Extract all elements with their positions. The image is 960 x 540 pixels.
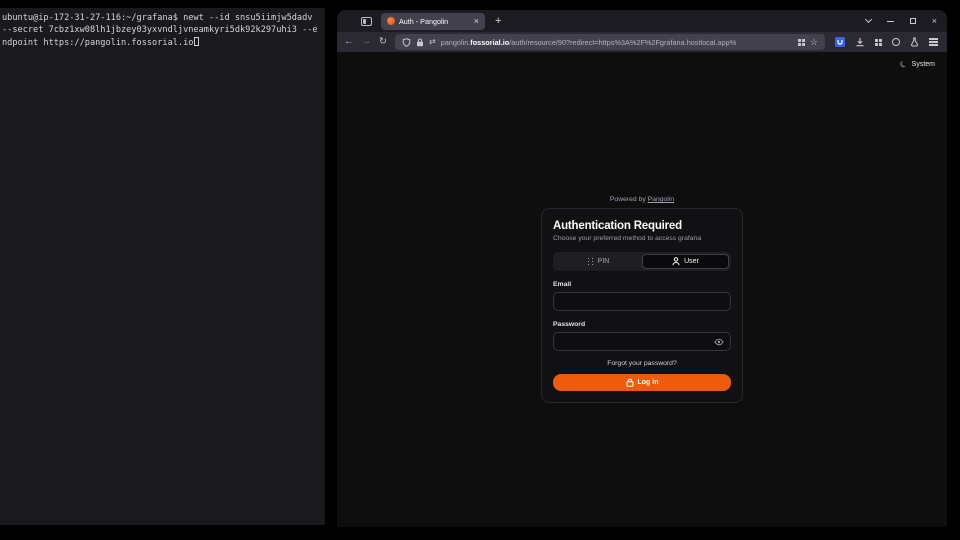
powered-by-text: Powered by xyxy=(610,196,648,203)
moon-theme-icon: ☾ xyxy=(898,58,910,71)
privacy-extension-icon[interactable] xyxy=(892,38,900,46)
tab-title: Auth - Pangolin xyxy=(399,17,470,26)
auth-section: Powered by Pangolin Authentication Requi… xyxy=(337,196,947,403)
shortcuts-grid-icon[interactable] xyxy=(798,39,805,46)
password-label: Password xyxy=(553,321,731,328)
new-tab-button[interactable]: + xyxy=(495,15,501,27)
login-button-label: Log in xyxy=(638,379,659,386)
flask-extension-icon[interactable] xyxy=(910,37,919,47)
window-controls: × xyxy=(866,17,947,26)
password-field-wrap xyxy=(553,332,731,351)
terminal-cursor xyxy=(194,37,199,46)
url-domain: fossorial.io xyxy=(470,38,509,47)
pangolin-favicon-icon xyxy=(387,17,395,25)
email-field-wrap xyxy=(553,292,731,311)
keypad-icon xyxy=(588,258,594,266)
tab-close-icon[interactable]: × xyxy=(474,17,479,26)
firefox-view-icon[interactable] xyxy=(361,17,372,26)
url-domain-prefix: pangolin. xyxy=(441,38,471,47)
browser-toolbar: ← → ↻ ⇄ pangolin.fossorial.io/auth/resou… xyxy=(337,32,947,52)
minimize-button[interactable] xyxy=(887,21,894,22)
user-icon xyxy=(672,257,680,266)
toggle-password-visibility-eye-icon[interactable] xyxy=(714,338,724,346)
tab-pin-label: PIN xyxy=(598,258,610,265)
forward-button[interactable]: → xyxy=(362,37,372,47)
bookmark-star-icon[interactable]: ☆ xyxy=(810,38,818,47)
login-lock-icon xyxy=(626,378,634,387)
toolbar-extensions xyxy=(833,37,940,47)
tab-user-label: User xyxy=(684,258,699,265)
terminal-line: ndpoint https://pangolin.fossorial.io xyxy=(2,37,323,49)
pangolin-link[interactable]: Pangolin xyxy=(648,196,674,203)
auth-card: Authentication Required Choose your pref… xyxy=(541,208,743,403)
email-label: Email xyxy=(553,281,731,288)
tab-user[interactable]: User xyxy=(642,254,729,269)
url-bar[interactable]: ⇄ pangolin.fossorial.io/auth/resource/90… xyxy=(395,34,825,50)
downloads-icon[interactable] xyxy=(855,37,865,47)
auth-method-tabs: PIN User xyxy=(553,252,731,271)
tab-pin[interactable]: PIN xyxy=(555,254,642,269)
extensions-puzzle-icon[interactable] xyxy=(875,39,882,46)
email-field[interactable] xyxy=(560,297,724,306)
card-subtitle: Choose your preferred method to access g… xyxy=(553,235,731,242)
theme-switcher-label: System xyxy=(912,61,935,68)
desktop: ubuntu@ip-172-31-27-116:~/grafana$ newt … xyxy=(0,0,960,540)
extension-badge-icon[interactable] xyxy=(835,37,845,47)
terminal-line-text: ndpoint https://pangolin.fossorial.io xyxy=(2,38,193,48)
browser-tab[interactable]: Auth - Pangolin × xyxy=(381,13,485,30)
powered-by: Powered by Pangolin xyxy=(610,196,674,203)
maximize-button[interactable] xyxy=(910,18,916,24)
menu-hamburger-icon[interactable] xyxy=(929,41,938,42)
password-field[interactable] xyxy=(560,337,714,346)
login-button[interactable]: Log in xyxy=(553,374,731,391)
back-button[interactable]: ← xyxy=(344,37,354,47)
lock-icon[interactable] xyxy=(416,38,424,47)
terminal-line: ubuntu@ip-172-31-27-116:~/grafana$ newt … xyxy=(2,12,323,24)
page-content: ☾ System Powered by Pangolin Authenticat… xyxy=(337,52,947,527)
card-title: Authentication Required xyxy=(553,220,731,232)
refresh-button[interactable]: ↻ xyxy=(379,37,387,47)
close-window-button[interactable]: × xyxy=(932,17,937,26)
terminal-window[interactable]: ubuntu@ip-172-31-27-116:~/grafana$ newt … xyxy=(0,8,325,525)
forgot-password-link[interactable]: Forgot your password? xyxy=(553,360,731,367)
theme-switcher-button[interactable]: ☾ System xyxy=(900,59,935,70)
terminal-line: --secret 7cbz1xw08lh1jbzey03yxvndljvneam… xyxy=(2,24,323,36)
list-tabs-chevron-icon[interactable] xyxy=(865,16,872,23)
permissions-arrows-icon[interactable]: ⇄ xyxy=(429,38,436,46)
url-text: pangolin.fossorial.io/auth/resource/90?r… xyxy=(441,38,793,47)
tracking-protection-shield-icon[interactable] xyxy=(402,38,411,47)
tab-bar: Auth - Pangolin × + × xyxy=(337,10,947,32)
url-path: /auth/resource/90?redirect=https%3A%2F%2… xyxy=(509,38,736,47)
browser-window: Auth - Pangolin × + × ← → ↻ xyxy=(337,10,947,527)
